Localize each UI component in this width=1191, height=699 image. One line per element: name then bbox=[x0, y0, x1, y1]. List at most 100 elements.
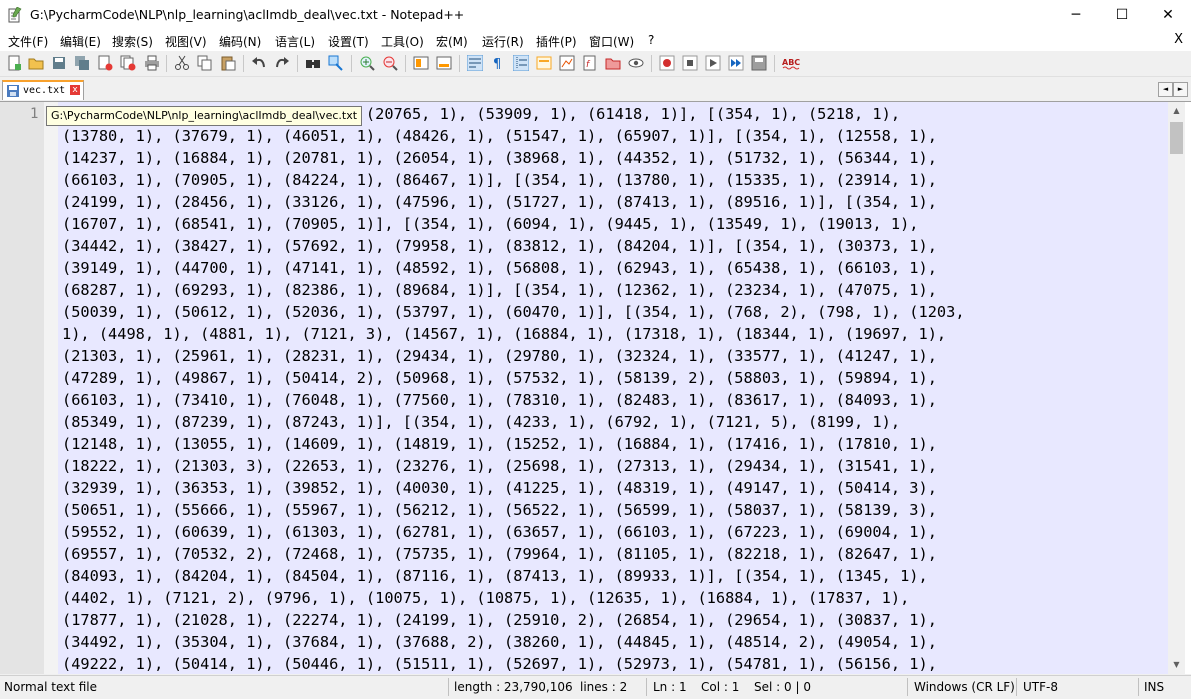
save-all-icon[interactable] bbox=[74, 55, 90, 71]
save-macro-icon[interactable] bbox=[751, 55, 767, 71]
window-title: G:\PycharmCode\NLP\nlp_learning\aclImdb_… bbox=[30, 7, 465, 22]
new-file-icon[interactable] bbox=[6, 55, 22, 71]
stop-recording-icon[interactable] bbox=[682, 55, 698, 71]
status-lines: lines : 2 bbox=[580, 680, 628, 694]
text-line[interactable]: (69557, 1), (70532, 2), (72468, 1), (757… bbox=[62, 543, 965, 565]
print-icon[interactable] bbox=[144, 55, 160, 71]
cut-icon[interactable] bbox=[174, 55, 190, 71]
text-line[interactable]: (50651, 1), (55666, 1), (55967, 1), (562… bbox=[62, 499, 965, 521]
status-divider bbox=[448, 678, 449, 696]
toolbar-separator bbox=[774, 55, 775, 72]
scroll-up-arrow-icon[interactable]: ▲ bbox=[1168, 104, 1185, 118]
maximize-button[interactable]: ☐ bbox=[1099, 0, 1145, 30]
document-map-icon[interactable] bbox=[559, 55, 575, 71]
record-macro-icon[interactable] bbox=[659, 55, 675, 71]
text-line[interactable]: (17877, 1), (21028, 1), (22274, 1), (241… bbox=[62, 609, 965, 631]
menu-macro[interactable]: 宏(M) bbox=[436, 33, 468, 50]
text-line[interactable]: (13780, 1), (37679, 1), (46051, 1), (484… bbox=[62, 125, 965, 147]
menu-file[interactable]: 文件(F) bbox=[8, 33, 48, 50]
text-line[interactable]: (59552, 1), (60639, 1), (61303, 1), (627… bbox=[62, 521, 965, 543]
run-macro-multiple-times-icon[interactable] bbox=[728, 55, 744, 71]
menu-window[interactable]: 窗口(W) bbox=[589, 33, 634, 50]
menu-search[interactable]: 搜索(S) bbox=[112, 33, 153, 50]
toolbar-separator bbox=[166, 55, 167, 72]
tab-vec-txt[interactable]: vec.txt x bbox=[2, 80, 84, 100]
sync-vertical-scroll-icon[interactable] bbox=[413, 55, 429, 71]
file-path-tooltip: G:\PycharmCode\NLP\nlp_learning\aclImdb_… bbox=[46, 106, 363, 126]
replace-icon[interactable] bbox=[328, 55, 344, 71]
text-line[interactable]: (4402, 1), (7121, 2), (9796, 1), (10075,… bbox=[62, 587, 965, 609]
text-line[interactable]: (24199, 1), (28456, 1), (33126, 1), (475… bbox=[62, 191, 965, 213]
indent-guide-icon[interactable] bbox=[513, 55, 529, 71]
playback-macro-icon[interactable] bbox=[705, 55, 721, 71]
find-icon[interactable] bbox=[305, 55, 321, 71]
text-line[interactable]: (47289, 1), (49867, 1), (50414, 2), (509… bbox=[62, 367, 965, 389]
menu-view[interactable]: 视图(V) bbox=[165, 33, 207, 50]
user-defined-language-icon[interactable] bbox=[536, 55, 552, 71]
menu-settings[interactable]: 设置(T) bbox=[328, 33, 369, 50]
word-wrap-icon[interactable] bbox=[467, 55, 483, 71]
text-line[interactable]: (18222, 1), (21303, 3), (22653, 1), (232… bbox=[62, 455, 965, 477]
text-line[interactable]: (34492, 1), (35304, 1), (37684, 1), (376… bbox=[62, 631, 965, 653]
text-line[interactable]: (39149, 1), (44700, 1), (47141, 1), (485… bbox=[62, 257, 965, 279]
menu-tools[interactable]: 工具(O) bbox=[381, 33, 424, 50]
menu-encoding[interactable]: 编码(N) bbox=[219, 33, 261, 50]
close-window-button[interactable]: ✕ bbox=[1145, 0, 1191, 30]
scroll-down-arrow-icon[interactable]: ▼ bbox=[1168, 658, 1185, 672]
text-line[interactable]: (50039, 1), (50612, 1), (52036, 1), (537… bbox=[62, 301, 965, 323]
toolbar: ¶ f ABC bbox=[0, 51, 1191, 77]
status-column: Col : 1 bbox=[701, 680, 740, 694]
monitoring-icon[interactable] bbox=[628, 55, 644, 71]
close-all-icon[interactable] bbox=[120, 55, 136, 71]
status-file-type: Normal text file bbox=[4, 680, 98, 694]
toolbar-separator bbox=[651, 55, 652, 72]
tab-scroll-left-button[interactable]: ◄ bbox=[1158, 82, 1173, 97]
saved-file-icon bbox=[7, 85, 19, 97]
text-line[interactable]: (66103, 1), (73410, 1), (76048, 1), (775… bbox=[62, 389, 965, 411]
menu-help[interactable]: ? bbox=[648, 33, 654, 47]
menu-language[interactable]: 语言(L) bbox=[275, 33, 315, 50]
copy-icon[interactable] bbox=[197, 55, 213, 71]
menu-run[interactable]: 运行(R) bbox=[482, 33, 524, 50]
close-document-button[interactable]: X bbox=[1174, 32, 1183, 47]
spell-check-icon[interactable]: ABC bbox=[782, 55, 802, 71]
tab-bar: vec.txt x bbox=[0, 77, 1191, 102]
text-line[interactable]: (68287, 1), (69293, 1), (82386, 1), (896… bbox=[62, 279, 965, 301]
paste-icon[interactable] bbox=[220, 55, 236, 71]
scrollbar-thumb[interactable] bbox=[1170, 122, 1183, 154]
text-line[interactable]: (85349, 1), (87239, 1), (87243, 1)], [(3… bbox=[62, 411, 965, 433]
text-line[interactable]: (66103, 1), (70905, 1), (84224, 1), (864… bbox=[62, 169, 965, 191]
zoom-in-icon[interactable] bbox=[359, 55, 375, 71]
close-file-icon[interactable] bbox=[97, 55, 113, 71]
text-line[interactable]: (34442, 1), (38427, 1), (57692, 1), (799… bbox=[62, 235, 965, 257]
text-line[interactable]: (84093, 1), (84204, 1), (84504, 1), (871… bbox=[62, 565, 965, 587]
text-line[interactable]: (12148, 1), (13055, 1), (14609, 1), (148… bbox=[62, 433, 965, 455]
undo-icon[interactable] bbox=[251, 55, 267, 71]
function-list-icon[interactable]: f bbox=[582, 55, 598, 71]
show-all-characters-icon[interactable]: ¶ bbox=[490, 55, 506, 71]
open-file-icon[interactable] bbox=[28, 55, 44, 71]
minimize-button[interactable]: ─ bbox=[1053, 0, 1099, 30]
text-line[interactable]: (14237, 1), (16884, 1), (20781, 1), (260… bbox=[62, 147, 965, 169]
status-divider bbox=[1016, 678, 1017, 696]
text-line[interactable]: (49222, 1), (50414, 1), (50446, 1), (515… bbox=[62, 653, 965, 674]
folder-as-workspace-icon[interactable] bbox=[605, 55, 621, 71]
vertical-scrollbar[interactable]: ▲ ▼ bbox=[1168, 102, 1185, 674]
status-divider bbox=[907, 678, 908, 696]
editor-text[interactable]: (354, 1), (7121, 1), (24204, 1), (20765,… bbox=[62, 103, 965, 674]
text-line[interactable]: 1), (4498, 1), (4881, 1), (7121, 3), (14… bbox=[62, 323, 965, 345]
tab-close-icon[interactable]: x bbox=[70, 85, 80, 95]
menu-plugins[interactable]: 插件(P) bbox=[536, 33, 577, 50]
text-line[interactable]: (21303, 1), (25961, 1), (28231, 1), (294… bbox=[62, 345, 965, 367]
toolbar-separator bbox=[351, 55, 352, 72]
sync-horizontal-scroll-icon[interactable] bbox=[436, 55, 452, 71]
text-editor[interactable]: 1 (354, 1), (7121, 1), (24204, 1), (2076… bbox=[0, 102, 1191, 674]
zoom-out-icon[interactable] bbox=[382, 55, 398, 71]
save-icon[interactable] bbox=[51, 55, 67, 71]
menu-edit[interactable]: 编辑(E) bbox=[60, 33, 101, 50]
tab-scroll-right-button[interactable]: ► bbox=[1173, 82, 1188, 97]
fold-margin[interactable] bbox=[44, 102, 58, 674]
text-line[interactable]: (32939, 1), (36353, 1), (39852, 1), (400… bbox=[62, 477, 965, 499]
redo-icon[interactable] bbox=[274, 55, 290, 71]
text-line[interactable]: (16707, 1), (68541, 1), (70905, 1)], [(3… bbox=[62, 213, 965, 235]
